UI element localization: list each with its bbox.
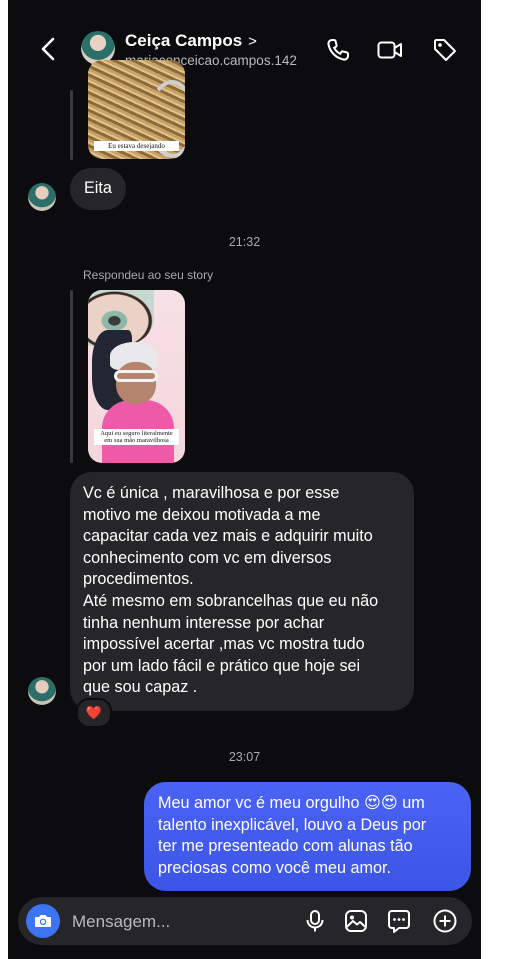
heart-icon: ❤️ [85, 705, 103, 720]
gallery-icon[interactable] [343, 908, 369, 934]
camera-icon [35, 915, 51, 927]
message-input[interactable] [70, 909, 294, 935]
story-image-glasses [114, 370, 158, 382]
replied-to-story-label: Respondeu ao seu story [83, 268, 214, 282]
chevron-right-icon: > [248, 33, 257, 50]
message-bubble-incoming[interactable]: Eita [70, 168, 126, 210]
message-bubble-outgoing[interactable]: Meu amor vc é meu orgulho 😍😍 um talento … [144, 782, 471, 892]
sender-avatar[interactable] [28, 677, 56, 705]
microphone-icon[interactable] [302, 908, 328, 934]
story-caption: Aqui eu seguro literalmente em sua mão m… [94, 429, 179, 445]
message-text: Meu amor vc é meu orgulho 😍😍 um talento … [158, 794, 427, 877]
story-thumbnail[interactable]: Aqui eu seguro literalmente em sua mão m… [88, 290, 185, 463]
contact-name[interactable]: Ceiça Campos > [125, 31, 257, 51]
video-icon[interactable] [376, 36, 404, 64]
tag-icon[interactable] [431, 36, 459, 64]
timestamp: 21:32 [228, 235, 261, 249]
message-bubble-incoming[interactable]: Vc é única , maravilhosa e por esse moti… [70, 472, 414, 711]
story-caption: Eu estava desejando [94, 141, 179, 151]
camera-button[interactable] [26, 904, 60, 938]
contact-name-text: Ceiça Campos [125, 31, 243, 50]
phone-icon[interactable] [324, 36, 352, 64]
chat-header: Ceiça Campos > mariaconceicao.campos.142 [8, 0, 481, 90]
story-image-face [116, 362, 156, 404]
back-icon[interactable] [34, 34, 64, 64]
timestamp: 23:07 [228, 750, 261, 764]
message-composer [18, 897, 472, 945]
reply-indicator [70, 290, 73, 463]
story-thumbnail[interactable]: Eu estava desejando [88, 60, 185, 159]
message-text: Eita [84, 179, 112, 197]
dm-screen: Ceiça Campos > mariaconceicao.campos.142 … [8, 0, 481, 959]
reply-indicator [70, 90, 73, 160]
heart-reaction[interactable]: ❤️ [76, 698, 112, 728]
plus-icon[interactable] [432, 908, 458, 934]
sticker-icon[interactable] [386, 908, 412, 934]
message-text: Vc é única , maravilhosa e por esse moti… [83, 484, 379, 697]
sender-avatar[interactable] [28, 183, 56, 211]
